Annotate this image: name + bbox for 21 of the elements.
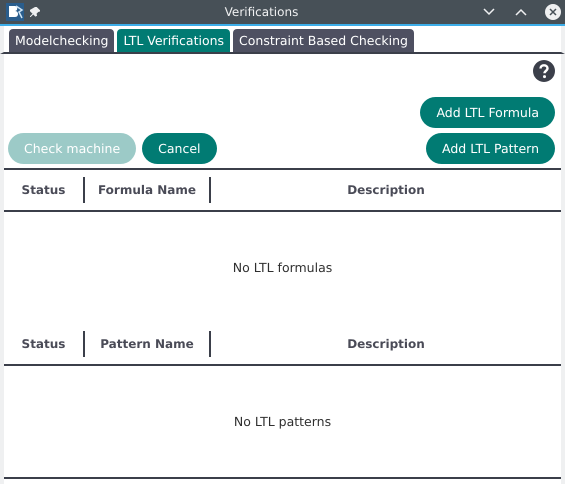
window-title: Verifications bbox=[224, 5, 300, 19]
tab[interactable]: LTL Verifications bbox=[117, 29, 230, 52]
empty-message: No LTL patterns bbox=[234, 414, 332, 429]
pin-icon[interactable] bbox=[30, 7, 40, 17]
tab[interactable]: Constraint Based Checking bbox=[233, 29, 414, 52]
add-formula-button[interactable]: Add LTL Formula bbox=[420, 97, 555, 128]
help-icon[interactable] bbox=[533, 60, 555, 82]
empty-message: No LTL formulas bbox=[232, 260, 332, 276]
app-logo-icon bbox=[6, 3, 24, 21]
column-header[interactable]: Pattern Name bbox=[83, 330, 209, 356]
minimize-icon[interactable] bbox=[483, 8, 495, 16]
column-header[interactable]: Status bbox=[4, 177, 83, 203]
column-header[interactable]: Formula Name bbox=[83, 177, 209, 203]
column-header[interactable]: Status bbox=[4, 330, 83, 356]
add-pattern-button[interactable]: Add LTL Pattern bbox=[426, 133, 555, 164]
column-header[interactable]: Description bbox=[209, 330, 561, 356]
cancel-button[interactable]: Cancel bbox=[142, 133, 217, 164]
close-icon[interactable] bbox=[545, 4, 561, 20]
maximize-icon[interactable] bbox=[515, 8, 527, 16]
tab[interactable]: Modelchecking bbox=[9, 29, 114, 52]
column-header[interactable]: Description bbox=[209, 177, 561, 203]
